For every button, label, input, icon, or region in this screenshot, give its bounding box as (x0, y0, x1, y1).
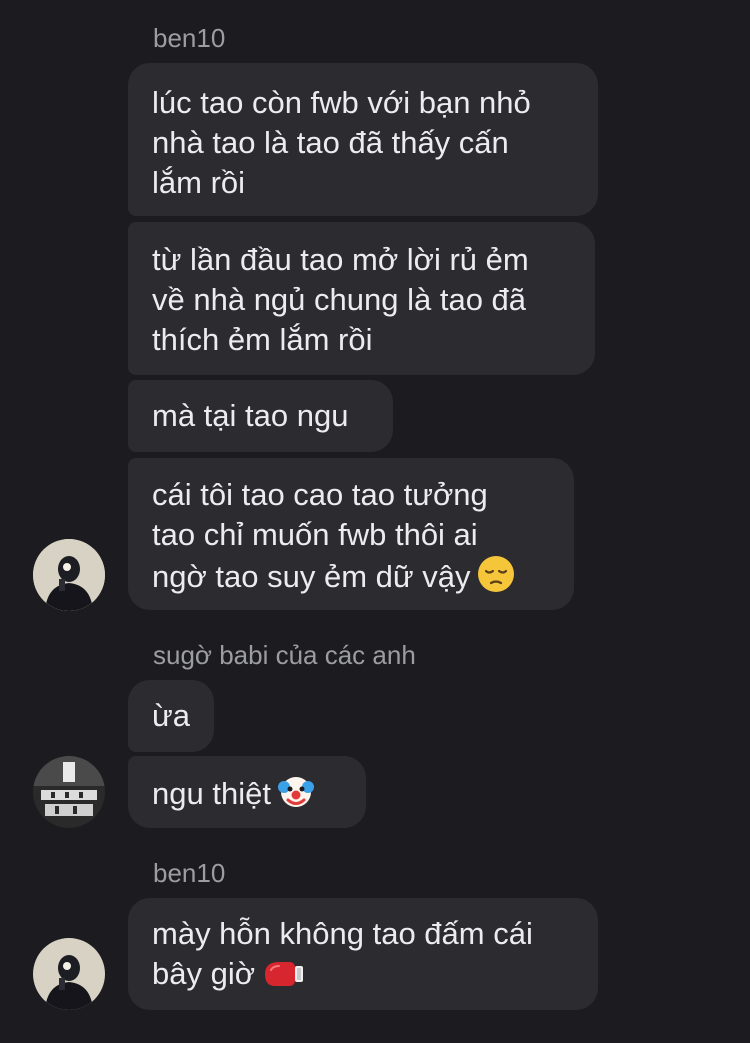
message-bubble[interactable]: từ lần đầu tao mở lời rủ ẻm về nhà ngủ c… (128, 222, 595, 375)
message-text: bây giờ (152, 956, 256, 991)
message-line: ừa (152, 698, 190, 733)
avatar-ben10-image (33, 539, 105, 611)
message-line: lúc tao còn fwb với bạn nhỏ (152, 85, 531, 120)
pensive-face-icon (477, 555, 515, 603)
message-line: nhà tao là tao đã thấy cấn (152, 125, 509, 160)
message-bubble[interactable]: mày hỗn không tao đấm cái bây giờ (128, 898, 598, 1010)
message-text: ngu thiệt (152, 776, 271, 811)
message-bubble[interactable]: lúc tao còn fwb với bạn nhỏ nhà tao là t… (128, 63, 598, 216)
message-bubble[interactable]: ừa (128, 680, 214, 752)
message-line: ngờ tao suy ẻm dữ vậy (152, 555, 550, 603)
avatar[interactable] (33, 756, 105, 828)
message-bubble[interactable]: ngu thiệt (128, 756, 366, 828)
message-line: thích ẻm lắm rồi (152, 322, 373, 357)
message-line: mày hỗn không tao đấm cái (152, 916, 533, 951)
message-line: mà tại tao ngu (152, 398, 349, 433)
message-bubble[interactable]: cái tôi tao cao tao tưởng tao chỉ muốn f… (128, 458, 574, 610)
clown-face-icon (277, 772, 315, 820)
message-bubble[interactable]: mà tại tao ngu (128, 380, 393, 452)
message-text: ngờ tao suy ẻm dữ vậy (152, 559, 471, 594)
chat-thread: ben10 lúc tao còn fwb với bạn nhỏ nhà ta… (0, 0, 750, 1043)
boxing-glove-icon (261, 956, 305, 1000)
message-line: tao chỉ muốn fwb thôi ai (152, 517, 478, 552)
message-line: lắm rồi (152, 165, 246, 200)
message-line: ngu thiệt (152, 772, 342, 820)
message-line: từ lần đầu tao mở lời rủ ẻm (152, 242, 529, 277)
message-line: về nhà ngủ chung là tao đã (152, 282, 527, 317)
sender-name: sugờ babi của các anh (153, 640, 416, 670)
avatar-ben10-image (33, 938, 105, 1010)
message-line: bây giờ (152, 954, 574, 1000)
message-line: cái tôi tao cao tao tưởng (152, 477, 488, 512)
sender-name: ben10 (153, 23, 226, 53)
avatar[interactable] (33, 938, 105, 1010)
avatar[interactable] (33, 539, 105, 611)
sender-name: ben10 (153, 858, 226, 888)
avatar-sugo-babi-image (33, 756, 105, 828)
